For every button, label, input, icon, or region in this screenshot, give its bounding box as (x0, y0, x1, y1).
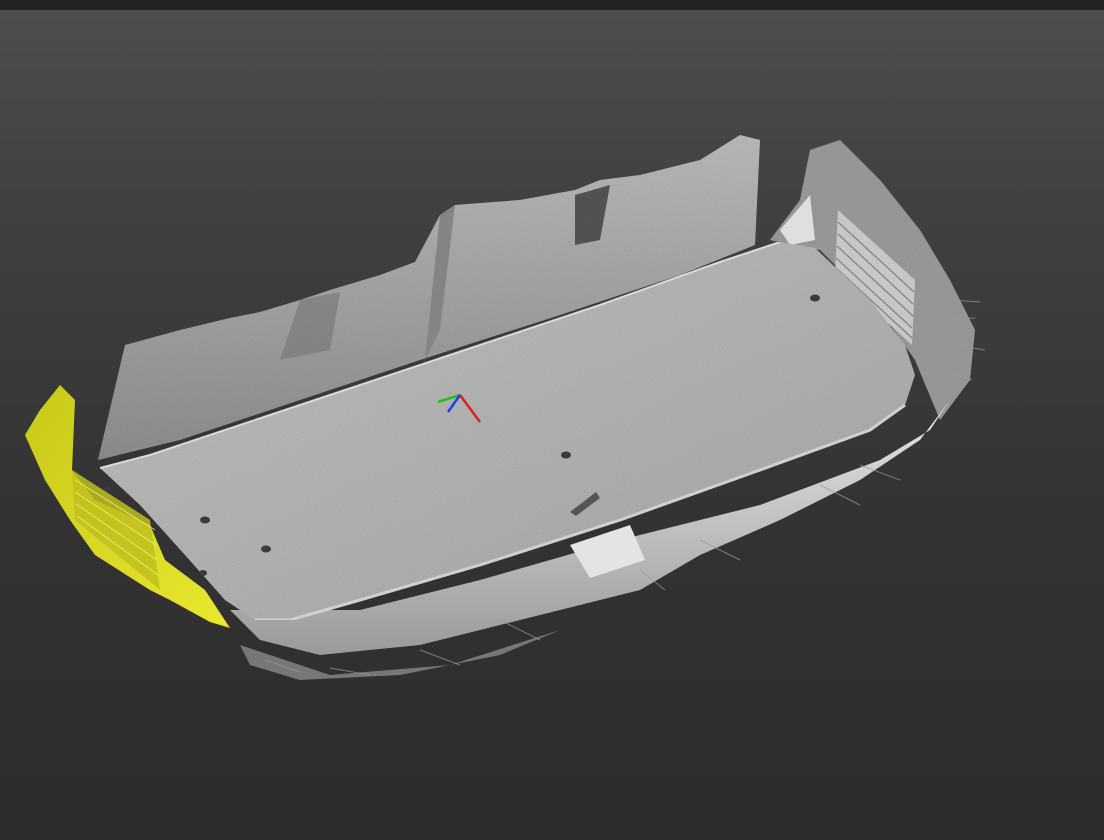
scan-canvas[interactable] (0, 0, 1104, 840)
3d-viewport[interactable] (0, 0, 1104, 840)
